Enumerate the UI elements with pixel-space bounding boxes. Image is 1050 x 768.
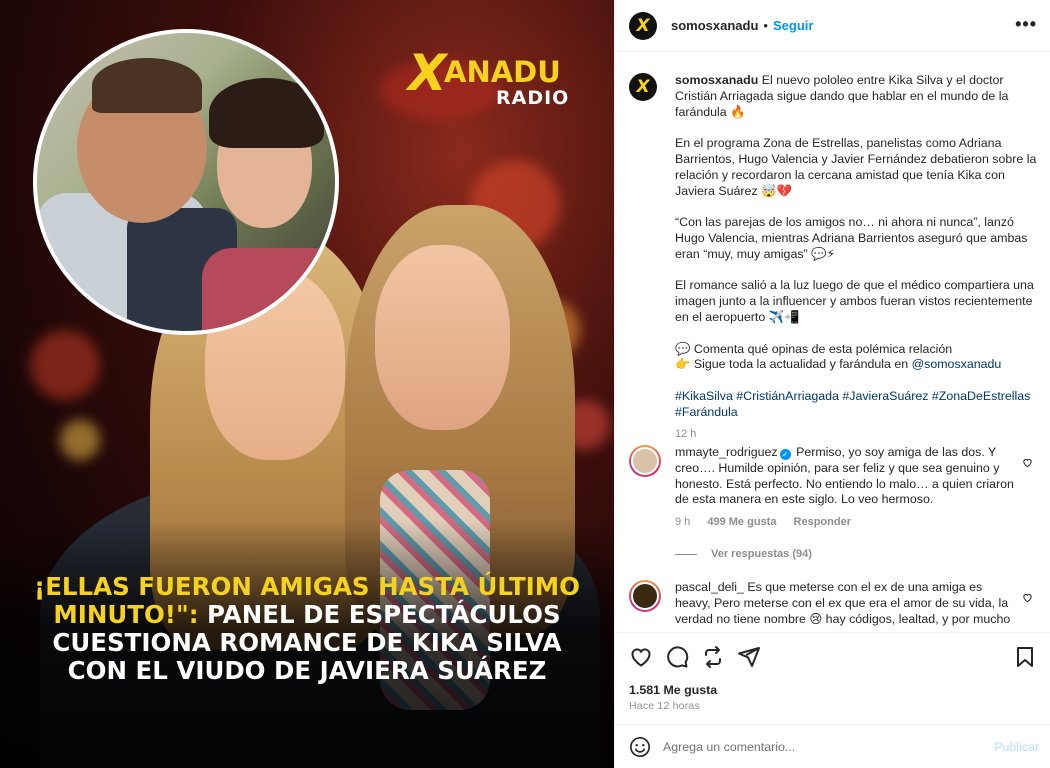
caption-username[interactable]: somosxanadu <box>675 73 758 87</box>
inset-circle-photo <box>33 29 339 335</box>
post-time[interactable]: Hace 12 horas <box>629 700 700 712</box>
publish-button[interactable]: Publicar <box>994 740 1039 754</box>
mention-link[interactable]: @somosxanadu <box>912 357 1002 371</box>
hashtags[interactable]: #KikaSilva #CristiánArriagada #JavieraSu… <box>675 389 1039 421</box>
follow-button[interactable]: Seguir <box>773 18 813 33</box>
comment-item: mmayte_rodriguez ✓ Permiso, yo soy amiga … <box>629 445 1039 531</box>
post-actions: 1.581 Me gusta Hace 12 horas <box>615 632 1050 724</box>
inset-man-hair <box>92 58 202 113</box>
comment-input[interactable] <box>663 739 963 754</box>
share-send-icon[interactable] <box>737 645 761 669</box>
separator-dot: • <box>763 18 768 33</box>
post-image[interactable]: X ANADU RADIO ¡ELLAS FUERON AMIGAS HASTA… <box>0 0 614 768</box>
author-username[interactable]: somosxanadu <box>671 18 758 33</box>
like-comment-heart-icon[interactable] <box>1022 457 1033 468</box>
commenter-avatar-img <box>631 447 659 475</box>
add-comment-bar: Publicar <box>615 724 1050 768</box>
caption-text: somosxanadu El nuevo pololeo entre Kika … <box>675 73 1039 442</box>
likes-count[interactable]: 1.581 Me gusta <box>629 683 717 697</box>
comment-likes[interactable]: 499 Me gusta <box>707 516 776 528</box>
logo-mark: X <box>408 44 447 102</box>
reply-button[interactable]: Responder <box>794 516 851 528</box>
commenter-avatar[interactable] <box>629 580 661 612</box>
avatar-letter: X <box>636 77 650 97</box>
caption-paragraph-4: El romance salió a la luz luego de que e… <box>675 278 1034 324</box>
comments-scroll-area[interactable]: X somosxanadu El nuevo pololeo entre Kik… <box>615 53 1050 632</box>
caption-avatar[interactable]: X <box>629 73 657 101</box>
caption-time[interactable]: 12 h <box>675 427 1039 443</box>
replies-line <box>675 553 697 555</box>
view-replies-button[interactable]: Ver respuestas (94) <box>675 548 812 560</box>
bokeh-light <box>60 420 100 460</box>
caption-paragraph-2: En el programa Zona de Estrellas, paneli… <box>675 136 1037 198</box>
right-woman-face <box>375 245 510 430</box>
inset-woman-dress <box>202 248 335 331</box>
commenter-avatar-img <box>631 582 659 610</box>
view-replies-label: Ver respuestas (94) <box>711 548 812 560</box>
save-bookmark-icon[interactable] <box>1013 645 1037 669</box>
verified-badge-icon: ✓ <box>779 449 791 460</box>
bokeh-light <box>30 330 100 400</box>
comment-username[interactable]: pascal_deli_ <box>675 580 744 594</box>
avatar-letter: X <box>636 15 650 36</box>
like-comment-heart-icon[interactable] <box>1022 592 1033 603</box>
comment-bubble-icon[interactable] <box>665 645 689 669</box>
comment-meta: 9 h 499 Me gusta Responder <box>675 515 1020 531</box>
inset-woman-hair <box>209 78 324 148</box>
comment-body: pascal_deli_ Es que meterse con el ex de… <box>675 580 1020 627</box>
comment-body: mmayte_rodriguez ✓ Permiso, yo soy amiga … <box>675 445 1020 531</box>
logo-sub: RADIO <box>496 87 570 109</box>
repost-icon[interactable] <box>701 645 725 669</box>
emoji-icon[interactable] <box>629 736 651 758</box>
comment-time[interactable]: 9 h <box>675 516 690 528</box>
author-avatar[interactable]: X <box>629 11 657 40</box>
image-headline: ¡ELLAS FUERON AMIGAS HASTA ÚLTIMO MINUTO… <box>20 573 594 685</box>
comment-item: pascal_deli_ Es que meterse con el ex de… <box>629 580 1039 627</box>
instagram-post-modal: X ANADU RADIO ¡ELLAS FUERON AMIGAS HASTA… <box>0 0 1050 768</box>
commenter-avatar[interactable] <box>629 445 661 477</box>
like-heart-icon[interactable] <box>629 645 653 669</box>
caption-paragraph-3: “Con las parejas de los amigos no… ni ah… <box>675 215 1028 261</box>
caption-row: X somosxanadu El nuevo pololeo entre Kik… <box>629 73 1039 442</box>
more-options-icon[interactable]: ••• <box>1015 14 1037 34</box>
logo-word: ANADU <box>444 55 561 89</box>
caption-cta-1: 💬 Comenta qué opinas de esta polémica re… <box>675 341 953 356</box>
post-panel: X somosxanadu • Seguir ••• X somosxanadu… <box>614 0 1050 768</box>
post-header: X somosxanadu • Seguir ••• <box>615 0 1050 52</box>
xanadu-radio-logo: X ANADU RADIO <box>408 48 584 112</box>
comment-username[interactable]: mmayte_rodriguez <box>675 445 778 459</box>
caption-cta-2: 👉 Sigue toda la actualidad y farándula e… <box>675 357 912 372</box>
